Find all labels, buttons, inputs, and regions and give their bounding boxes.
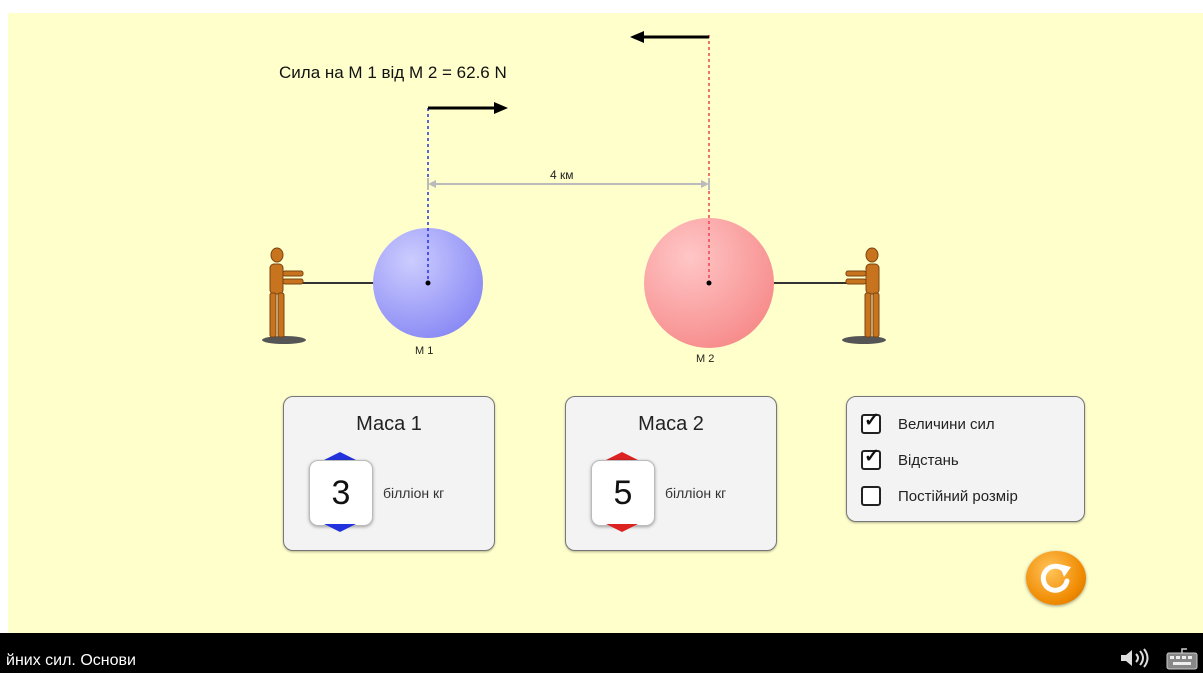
force-label: Сила на М 1 від М 2 = 62.6 N: [279, 63, 507, 82]
distance-checkbox[interactable]: ✓: [861, 446, 881, 470]
puller-right-figure: [842, 247, 886, 344]
sound-icon[interactable]: [1118, 647, 1152, 669]
bottom-title: йних сил. Основи: [6, 652, 136, 669]
option-distance[interactable]: ✓ Відстань: [861, 446, 959, 471]
mass-2-center: [706, 280, 712, 286]
constant-size-label: Постійний розмір: [898, 487, 1018, 505]
mass-1-center: [425, 280, 431, 286]
mass-2-unit: білліон кг: [665, 485, 727, 501]
mass-1-panel: Маса 1 3 білліон кг: [283, 396, 495, 551]
reset-icon: [1040, 563, 1071, 593]
checkmark-icon: ✓: [864, 446, 880, 467]
force-arrow-1: [428, 102, 508, 114]
distance-option-label: Відстань: [898, 451, 959, 469]
bottom-bar: йних сил. Основи: [0, 633, 1203, 673]
mass-1-value[interactable]: 3: [309, 460, 373, 526]
mass-2-spinner[interactable]: 5: [591, 452, 655, 532]
reset-button[interactable]: [1026, 551, 1086, 605]
mass-1-title: Маса 1: [356, 413, 422, 435]
keyboard-icon[interactable]: [1165, 647, 1199, 671]
mass-2-title: Маса 2: [638, 413, 704, 435]
mass-1-decrease-button[interactable]: [324, 524, 356, 532]
options-panel: ✓ Величини сил ✓ Відстань Постійний розм…: [846, 396, 1085, 522]
force-values-label: Величини сил: [898, 415, 995, 433]
mass-1-increase-button[interactable]: [324, 452, 356, 460]
force-arrow-2: [630, 31, 709, 43]
mass-2-decrease-button[interactable]: [606, 524, 638, 532]
mass-1-spinner[interactable]: 3: [309, 452, 373, 532]
puller-left-figure: [262, 247, 306, 344]
mass-1-unit: білліон кг: [383, 485, 445, 501]
constant-size-checkbox[interactable]: [861, 486, 881, 506]
mass-2-panel: Маса 2 5 білліон кг: [565, 396, 777, 551]
mass-2-increase-button[interactable]: [606, 452, 638, 460]
mass-1-label: М 1: [415, 345, 434, 357]
force-values-checkbox[interactable]: ✓: [861, 410, 881, 434]
distance-label: 4 км: [550, 168, 574, 182]
simulation-area: Сила на М 1 від М 2 = 62.6 N 4 км М 1 М …: [8, 13, 1203, 633]
option-force-values[interactable]: ✓ Величини сил: [861, 410, 995, 435]
option-constant-size[interactable]: Постійний розмір: [861, 485, 1018, 507]
checkmark-icon: ✓: [864, 410, 880, 431]
mass-2-label: М 2: [696, 353, 715, 365]
mass-2-value[interactable]: 5: [591, 460, 655, 526]
